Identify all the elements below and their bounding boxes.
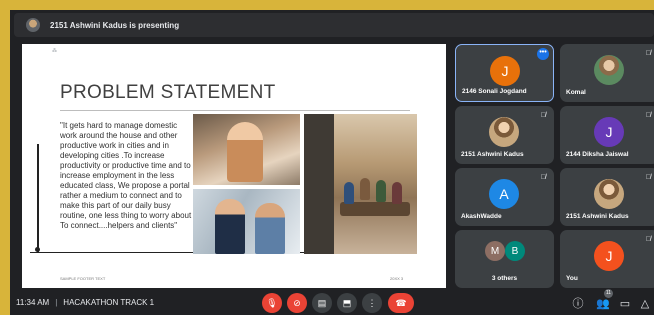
- slide-photo-meeting-room: [304, 114, 417, 254]
- mic-off-icon: 🎙̸: [645, 112, 651, 119]
- more-options-button[interactable]: ⋮: [362, 293, 382, 313]
- mic-off-icon: 🎙̸: [540, 112, 546, 119]
- presenting-banner: 2151 Ashwini Kadus is presenting: [14, 13, 654, 37]
- slide-page-number: 20XX 3: [390, 276, 404, 281]
- participant-name: 2144 Diksha Jaiswal: [566, 151, 629, 158]
- participant-avatar: A: [489, 179, 519, 209]
- slide-photo-businessmen: [193, 189, 300, 254]
- people-count-badge: 11: [604, 289, 613, 298]
- shared-screen-slide: ⁂ PROBLEM STATEMENT "It gets hard to man…: [22, 44, 446, 288]
- participant-tile[interactable]: 🎙̸ 2151 Ashwini Kadus: [560, 168, 654, 226]
- others-count-label: 3 others: [491, 275, 518, 282]
- participant-avatar: [489, 117, 519, 147]
- more-vert-icon: ⋮: [367, 297, 377, 308]
- chat-button[interactable]: ▭: [618, 296, 632, 310]
- divider: |: [55, 298, 58, 307]
- mic-off-icon: 🎙̸: [645, 236, 651, 243]
- more-options-icon[interactable]: •••: [537, 48, 549, 60]
- participant-tile[interactable]: 🎙̸ Komal: [560, 44, 654, 102]
- activities-button[interactable]: △: [638, 296, 652, 310]
- info-icon: ⓘ: [572, 298, 584, 310]
- slide-marker: ⁂: [52, 48, 57, 54]
- slide-photo-woman: [193, 114, 300, 185]
- clock-time: 11:34 AM: [16, 298, 50, 307]
- slide-decor-dot: [35, 247, 40, 252]
- others-tile[interactable]: M B 3 others: [455, 230, 554, 288]
- participant-avatar: J: [594, 241, 624, 271]
- meeting-info: 11:34 AM | HACAKATHON TRACK 1: [16, 298, 154, 307]
- self-tile[interactable]: J 🎙̸ You: [560, 230, 654, 288]
- people-icon: 👥: [596, 297, 610, 310]
- present-button[interactable]: ⬒: [337, 293, 357, 313]
- window-frame-left: [0, 0, 10, 315]
- participant-avatar: [594, 179, 624, 209]
- participant-tile[interactable]: A 🎙̸ AkashWadde: [455, 168, 554, 226]
- participant-name: 2151 Ashwini Kadus: [566, 213, 629, 220]
- presenter-avatar: [26, 18, 40, 32]
- slide-title-underline: [60, 110, 410, 111]
- participant-name: AkashWadde: [461, 213, 502, 220]
- participant-tile[interactable]: J 🎙̸ 2144 Diksha Jaiswal: [560, 106, 654, 164]
- mic-off-icon: 🎙̸: [540, 174, 546, 181]
- end-call-icon: ☎: [395, 297, 407, 308]
- participant-avatar: M: [485, 241, 505, 261]
- captions-button[interactable]: ▤: [312, 293, 332, 313]
- participant-name: You: [566, 275, 578, 282]
- people-button[interactable]: 👥: [596, 296, 610, 310]
- mic-off-icon: 🎙̸: [645, 50, 651, 57]
- slide-decor-vertical-line: [37, 144, 39, 252]
- participant-name: 2146 Sonali Jogdand: [462, 88, 527, 95]
- participant-name: 2151 Ashwini Kadus: [461, 151, 524, 158]
- activities-icon: △: [640, 297, 650, 310]
- mic-off-icon: 🎙̸: [645, 174, 651, 181]
- participant-avatar: J: [490, 56, 520, 86]
- participant-avatar: J: [594, 117, 624, 147]
- chat-icon: ▭: [619, 297, 631, 310]
- presenting-text: 2151 Ashwini Kadus is presenting: [50, 20, 180, 30]
- slide-body-text: "It gets hard to manage domestic work ar…: [60, 121, 192, 230]
- camera-toggle-button[interactable]: ⊘: [287, 293, 307, 313]
- mic-toggle-button[interactable]: 🎙: [262, 293, 282, 313]
- info-button[interactable]: ⓘ: [571, 296, 585, 310]
- participant-name: Komal: [566, 89, 586, 96]
- end-call-button[interactable]: ☎: [388, 293, 414, 313]
- window-frame-top: [0, 0, 654, 10]
- meeting-name: HACAKATHON TRACK 1: [63, 298, 155, 307]
- participant-tile[interactable]: 🎙̸ 2151 Ashwini Kadus: [455, 106, 554, 164]
- participant-tile[interactable]: J ••• 2146 Sonali Jogdand: [455, 44, 554, 102]
- mic-off-icon: 🎙: [266, 297, 278, 308]
- participant-avatar: [594, 55, 624, 85]
- slide-footer-text: SAMPLE FOOTER TEXT: [60, 276, 106, 281]
- slide-title: PROBLEM STATEMENT: [60, 82, 276, 103]
- camera-off-icon: ⊘: [293, 297, 301, 308]
- present-icon: ⬒: [342, 297, 352, 308]
- participant-avatar: B: [505, 241, 525, 261]
- captions-icon: ▤: [317, 297, 327, 308]
